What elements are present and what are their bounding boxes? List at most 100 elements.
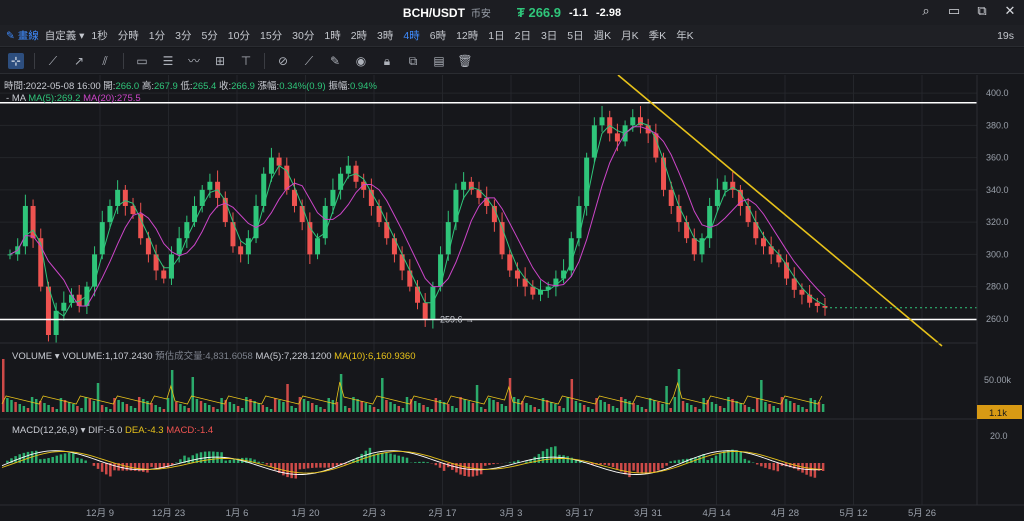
volume-legend[interactable]: VOLUME ▾ VOLUME:1,107.2430 預估成交量:4,831.6… xyxy=(12,348,416,362)
macd-bar xyxy=(257,461,260,463)
timeframe-20[interactable]: 季K xyxy=(644,28,672,43)
volume-bar xyxy=(475,385,479,412)
macd-bar xyxy=(327,463,330,468)
timeframe-17[interactable]: 5日 xyxy=(562,28,588,43)
macd-label: MACD(12,26,9) xyxy=(12,425,78,436)
candle-body xyxy=(161,270,167,279)
time-tick-label: 3月 3 xyxy=(500,508,523,519)
timeframe-5[interactable]: 10分 xyxy=(223,28,255,43)
line-tool-icon[interactable]: ⟋ xyxy=(45,53,61,69)
macd-bar xyxy=(422,461,425,463)
timeframe-0[interactable]: 1秒 xyxy=(86,28,112,43)
macd-bar xyxy=(768,463,771,470)
chart-area[interactable]: 266.9 259.6 → 400.0 380.0 360.0 340.0 320.0 30… xyxy=(0,74,1024,521)
candle-body xyxy=(714,189,720,206)
custom-dropdown[interactable]: 自定義 ▾ xyxy=(45,28,85,43)
macd-bar xyxy=(298,463,302,470)
volume-estimate: 預估成交量:4,831.6058 xyxy=(155,351,253,362)
volume-bar xyxy=(418,403,421,412)
volume-bar xyxy=(245,397,248,412)
macd-bar xyxy=(479,463,483,475)
macd-bar xyxy=(673,460,677,463)
timeframe-18[interactable]: 週K xyxy=(589,28,617,43)
copy-icon[interactable]: ⧉ xyxy=(405,53,421,69)
ray-tool-icon[interactable]: ↗ xyxy=(71,53,87,69)
macd-bar xyxy=(368,447,372,463)
volume-bar xyxy=(537,409,541,412)
visibility-icon[interactable]: ◉ xyxy=(353,53,369,69)
volume-bar xyxy=(133,408,137,412)
trash-icon[interactable]: 🗑︎ xyxy=(457,53,473,69)
measure-tool-icon[interactable]: ⊞ xyxy=(212,53,228,69)
price-tick-label: 380.0 xyxy=(986,120,1009,130)
layers-icon[interactable]: ▤ xyxy=(431,53,447,69)
timeframe-8[interactable]: 1時 xyxy=(319,28,345,43)
divider xyxy=(34,52,35,69)
timeframe-16[interactable]: 3日 xyxy=(536,28,562,43)
timeframe-1[interactable]: 分時 xyxy=(113,28,144,43)
close-icon[interactable]: ✕ xyxy=(1002,3,1018,19)
timeframe-21[interactable]: 年K xyxy=(671,28,699,43)
timeframe-15[interactable]: 2日 xyxy=(510,28,536,43)
price-chart[interactable]: 266.9 259.6 → 400.0 380.0 360.0 340.0 320.0 30… xyxy=(0,74,1024,521)
timeframe-9[interactable]: 2時 xyxy=(346,28,372,43)
timeframe-2[interactable]: 1分 xyxy=(144,28,170,43)
volume-bar xyxy=(343,406,347,412)
timeframe-3[interactable]: 3分 xyxy=(170,28,196,43)
brush-icon[interactable]: ✎ xyxy=(327,53,343,69)
timeframe-13[interactable]: 12時 xyxy=(451,28,483,43)
macd-bar xyxy=(294,463,298,479)
candle-body xyxy=(507,254,513,271)
timeframe-12[interactable]: 6時 xyxy=(425,28,451,43)
macd-bar xyxy=(282,463,285,476)
ruler-icon[interactable]: ⟋ xyxy=(301,53,317,69)
chevron-down-icon[interactable]: ▾ xyxy=(81,425,86,436)
search-icon[interactable]: ⌕ xyxy=(918,3,934,19)
title-bar: BCH/USDT 币安 ₮ 266.9 -1.1 -2.98 ⌕ ▭ ⧉ ✕ xyxy=(0,0,1024,25)
timeframe-6[interactable]: 15分 xyxy=(255,28,287,43)
ma-legend[interactable]: - MA MA(5):269.2 MA(20):275.5 xyxy=(6,93,141,104)
volume-bar xyxy=(566,397,569,412)
chart-grid xyxy=(0,75,977,505)
time-tick-label: 4月 14 xyxy=(703,508,731,519)
candle-body xyxy=(184,222,190,239)
timeframe-14[interactable]: 1日 xyxy=(483,28,509,43)
channel-tool-icon[interactable]: ⫽ xyxy=(97,53,113,69)
volume-bar xyxy=(240,408,244,412)
fibonacci-tool-icon[interactable]: ☰ xyxy=(160,53,176,69)
timeframe-11[interactable]: 4時 xyxy=(398,28,424,43)
time-tick-label: 3月 31 xyxy=(634,508,662,519)
crosshair-icon[interactable]: ⊹ xyxy=(8,52,24,69)
macd-bar xyxy=(393,454,396,463)
magnet-icon[interactable]: ⊘ xyxy=(275,53,291,69)
macd-bar xyxy=(566,456,569,463)
draw-lines-button[interactable]: ✎ 畫線 xyxy=(6,28,39,43)
minimize-icon[interactable]: ▭ xyxy=(946,3,962,19)
lock-icon[interactable]: 🔒︎ xyxy=(379,53,395,69)
macd-legend[interactable]: MACD(12,26,9) ▾ DIF:-5.0 DEA:-4.3 MACD:-… xyxy=(12,425,213,436)
wave-tool-icon[interactable]: 〰 xyxy=(186,53,202,69)
volume-bar xyxy=(669,408,672,412)
chevron-down-icon[interactable]: ▾ xyxy=(55,351,60,362)
low-value: 265.4 xyxy=(192,81,217,92)
restore-icon[interactable]: ⧉ xyxy=(974,3,990,19)
timeframe-7[interactable]: 30分 xyxy=(287,28,319,43)
ma-eye-icon[interactable]: - xyxy=(6,93,9,104)
rectangle-tool-icon[interactable]: ▭ xyxy=(134,53,150,69)
macd-bar xyxy=(26,451,30,463)
macd-bar xyxy=(55,455,59,463)
macd-bar xyxy=(121,463,124,471)
timeframe-19[interactable]: 月K xyxy=(616,28,644,43)
macd-bar xyxy=(426,462,429,463)
ma-label: MA xyxy=(11,93,26,104)
volume-bar xyxy=(278,400,281,412)
volume-bar xyxy=(760,380,763,412)
macd-bar xyxy=(714,455,718,463)
timeframe-10[interactable]: 3時 xyxy=(372,28,398,43)
timeframe-4[interactable]: 5分 xyxy=(196,28,222,43)
volume-bar xyxy=(496,402,499,412)
volume-bar xyxy=(72,404,75,412)
volume-bar xyxy=(51,407,54,412)
price-tick-label: 280.0 xyxy=(986,282,1009,292)
text-tool-icon[interactable]: ⊤ xyxy=(238,53,254,69)
